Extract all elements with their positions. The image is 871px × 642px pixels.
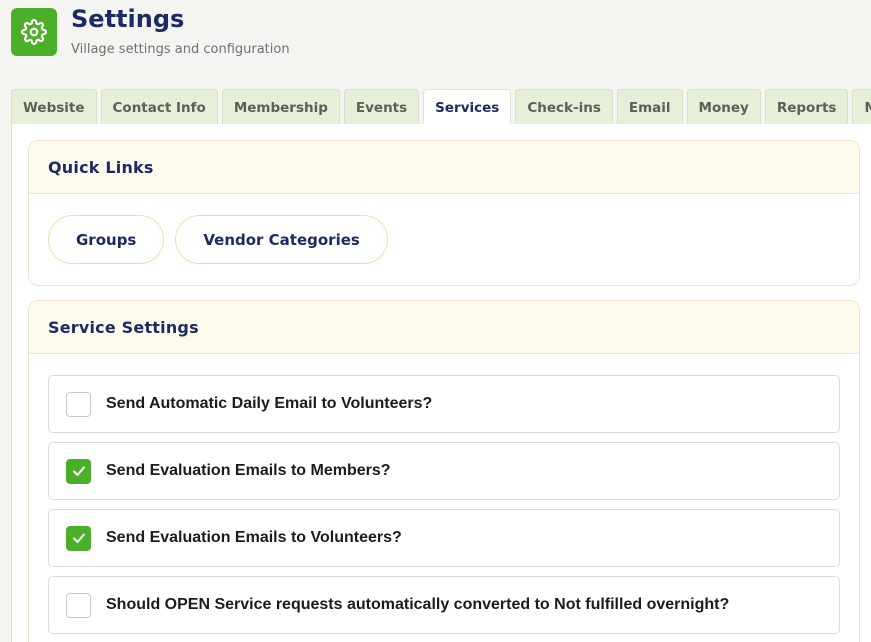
setting-evaluation-emails-volunteers[interactable]: Send Evaluation Emails to Volunteers? — [48, 509, 840, 567]
gear-icon — [11, 8, 57, 56]
quick-links-list: Groups Vendor Categories — [29, 194, 859, 264]
tab-reports[interactable]: Reports — [764, 89, 849, 125]
tab-website[interactable]: Website — [11, 89, 97, 125]
quick-links-title: Quick Links — [48, 157, 154, 177]
check-icon — [72, 533, 85, 543]
setting-auto-convert-open-requests[interactable]: Should OPEN Service requests automatical… — [48, 576, 840, 634]
groups-link-button[interactable]: Groups — [48, 215, 165, 264]
page-title: Settings — [71, 5, 185, 33]
auto-convert-open-requests-checkbox[interactable] — [66, 592, 91, 618]
tab-email[interactable]: Email — [616, 89, 683, 125]
service-settings-title: Service Settings — [48, 317, 199, 337]
setting-evaluation-emails-members[interactable]: Send Evaluation Emails to Members? — [48, 442, 840, 500]
setting-label: Send Automatic Daily Email to Volunteers… — [106, 395, 433, 412]
daily-email-volunteers-checkbox[interactable] — [66, 391, 91, 417]
tab-money[interactable]: Money — [686, 89, 761, 125]
setting-label: Should OPEN Service requests automatical… — [106, 596, 730, 613]
settings-page: Settings Village settings and configurat… — [0, 0, 871, 642]
page-subtitle: Village settings and configuration — [71, 42, 290, 57]
tab-membership[interactable]: Membership — [221, 89, 340, 125]
settings-tabs: Website Contact Info Membership Events S… — [11, 89, 871, 125]
page-header: Settings Village settings and configurat… — [11, 5, 290, 57]
service-settings-header: Service Settings — [29, 301, 859, 354]
vendor-categories-link-button[interactable]: Vendor Categories — [175, 215, 388, 264]
setting-label: Send Evaluation Emails to Members? — [106, 462, 391, 479]
tab-misc[interactable]: Misc — [852, 89, 871, 125]
tab-check-ins[interactable]: Check-ins — [515, 89, 613, 125]
setting-daily-email-volunteers[interactable]: Send Automatic Daily Email to Volunteers… — [48, 375, 840, 433]
setting-label: Send Evaluation Emails to Volunteers? — [106, 529, 402, 546]
quick-links-card: Quick Links Groups Vendor Categories — [28, 140, 860, 286]
check-icon — [72, 466, 85, 476]
service-settings-list: Send Automatic Daily Email to Volunteers… — [29, 354, 859, 634]
evaluation-emails-volunteers-checkbox[interactable] — [66, 525, 91, 551]
quick-links-header: Quick Links — [29, 141, 859, 194]
tab-contact-info[interactable]: Contact Info — [100, 89, 218, 125]
title-block: Settings Village settings and configurat… — [71, 5, 290, 57]
service-settings-card: Service Settings Send Automatic Daily Em… — [28, 300, 860, 642]
tab-events[interactable]: Events — [343, 89, 420, 125]
evaluation-emails-members-checkbox[interactable] — [66, 458, 91, 484]
tab-services[interactable]: Services — [423, 89, 512, 125]
tab-content-panel: Quick Links Groups Vendor Categories Ser… — [11, 124, 871, 642]
